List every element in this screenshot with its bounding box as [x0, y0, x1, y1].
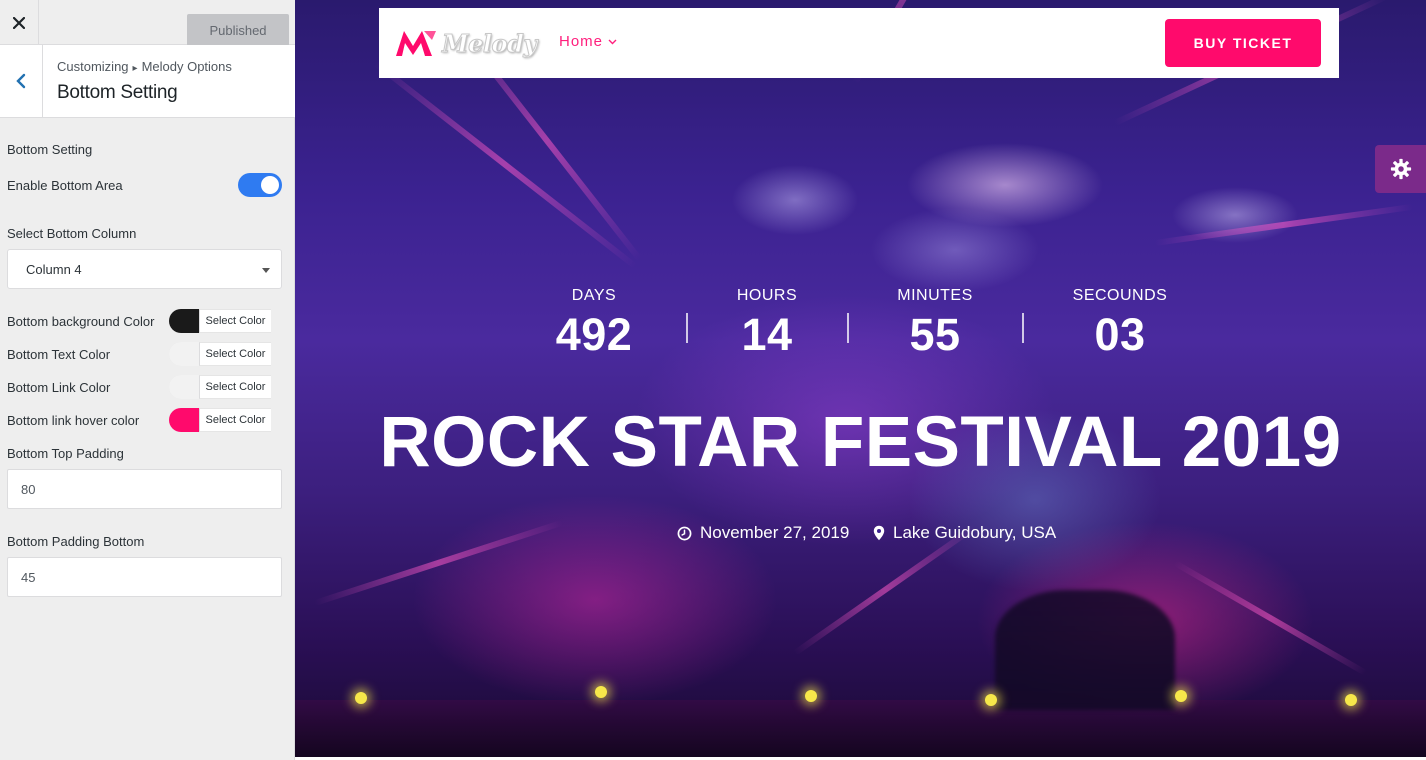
bottom-column-label: Select Bottom Column: [7, 226, 137, 241]
top-padding-label: Bottom Top Padding: [7, 446, 124, 461]
hover-color-button-label: Select Color: [199, 408, 271, 432]
settings-toggle[interactable]: [1375, 145, 1426, 193]
nav-home-label: Home: [559, 33, 604, 50]
close-button[interactable]: [0, 0, 39, 45]
hover-color-label: Bottom link hover color: [7, 413, 140, 428]
group-heading: Bottom Setting: [7, 142, 93, 157]
bg-color-button-label: Select Color: [199, 309, 271, 333]
text-color-label: Bottom Text Color: [7, 347, 111, 362]
map-pin-icon: [873, 525, 885, 541]
stage-light: [1345, 694, 1357, 706]
countdown-label: MINUTES: [897, 287, 973, 304]
bottom-column-value: Column 4: [26, 261, 82, 277]
site-preview: Melody Home BUY TICKET DAYS 492 HOURS 14…: [295, 0, 1426, 757]
link-color-picker[interactable]: Select Color: [169, 375, 271, 399]
countdown-divider: [1022, 313, 1024, 343]
enable-bottom-label: Enable Bottom Area: [7, 178, 123, 193]
published-button[interactable]: Published: [187, 14, 289, 46]
breadcrumb-separator: ▸: [132, 63, 138, 74]
breadcrumb: Customizing ▸ Melody Options: [57, 59, 232, 74]
countdown-minutes: MINUTES 55: [855, 287, 1015, 361]
site-header: Melody Home BUY TICKET: [379, 8, 1339, 78]
countdown-label: DAYS: [571, 287, 617, 304]
light-beam: [1173, 560, 1368, 676]
event-date: November 27, 2019: [677, 523, 849, 543]
bg-color-label: Bottom background Color: [7, 314, 155, 329]
bottom-column-select[interactable]: Column 4: [7, 249, 282, 289]
customizer-sidebar: Published Customizing ▸ Melody Options Bot…: [0, 0, 295, 760]
link-color-swatch: [169, 375, 199, 399]
stage-light: [985, 694, 997, 706]
hover-color-picker[interactable]: Select Color: [169, 408, 271, 432]
link-color-label: Bottom Link Color: [7, 380, 111, 395]
chevron-down-icon: [608, 39, 617, 44]
chevron-left-icon: [16, 73, 26, 89]
event-location: Lake Guidobury, USA: [873, 523, 1056, 543]
clock-icon: [677, 526, 692, 540]
countdown-label: SECOUNDS: [1072, 287, 1168, 304]
stage-floor: [295, 700, 1426, 757]
customizer-topbar: Published: [0, 0, 295, 46]
stage-light: [595, 686, 607, 698]
caret-down-icon: [262, 268, 270, 273]
bg-color-swatch: [169, 309, 199, 333]
toggle-knob: [261, 176, 279, 194]
site-logo[interactable]: Melody: [394, 24, 538, 62]
light-beam: [793, 524, 977, 656]
stage-light: [805, 690, 817, 702]
hover-color-swatch: [169, 408, 199, 432]
countdown-seconds: SECOUNDS 03: [1040, 287, 1200, 361]
melody-logo-icon: [396, 31, 436, 56]
countdown-label: HOURS: [736, 287, 798, 304]
text-color-swatch: [169, 342, 199, 366]
stage-light: [1175, 690, 1187, 702]
buy-ticket-button[interactable]: BUY TICKET: [1165, 19, 1321, 67]
section-title: Bottom Setting: [57, 82, 178, 103]
bottom-padding-label: Bottom Padding Bottom: [7, 534, 145, 549]
countdown-value: 14: [741, 309, 793, 360]
top-padding-input[interactable]: 80: [7, 469, 282, 509]
countdown-value: 03: [1094, 309, 1146, 360]
text-color-picker[interactable]: Select Color: [169, 342, 271, 366]
text-color-button-label: Select Color: [199, 342, 271, 366]
countdown-days: DAYS 492: [514, 287, 674, 361]
light-beam: [1154, 203, 1413, 246]
section-header: Customizing ▸ Melody Options Bottom Settin…: [0, 45, 295, 118]
breadcrumb-root: Customizing: [57, 59, 129, 74]
event-title: ROCK STAR FESTIVAL 2019: [379, 403, 1342, 482]
back-button[interactable]: [0, 45, 43, 117]
light-beam: [314, 519, 564, 606]
bottom-padding-input[interactable]: 45: [7, 557, 282, 597]
countdown-value: 492: [555, 309, 633, 360]
gear-icon: [1390, 158, 1411, 180]
link-color-button-label: Select Color: [199, 375, 271, 399]
enable-bottom-toggle[interactable]: [238, 173, 282, 197]
logo-text: Melody: [442, 28, 538, 58]
countdown-divider: [847, 313, 849, 343]
close-icon: [13, 16, 25, 29]
countdown-value: 55: [909, 309, 961, 360]
breadcrumb-parent: Melody Options: [141, 59, 232, 74]
event-date-text: November 27, 2019: [700, 523, 850, 542]
countdown-hours: HOURS 14: [687, 287, 847, 361]
event-location-text: Lake Guidobury, USA: [893, 523, 1057, 542]
band-silhouette: [995, 590, 1175, 710]
bg-color-picker[interactable]: Select Color: [169, 309, 271, 333]
nav-home-link[interactable]: Home: [559, 33, 617, 50]
stage-light: [355, 692, 367, 704]
